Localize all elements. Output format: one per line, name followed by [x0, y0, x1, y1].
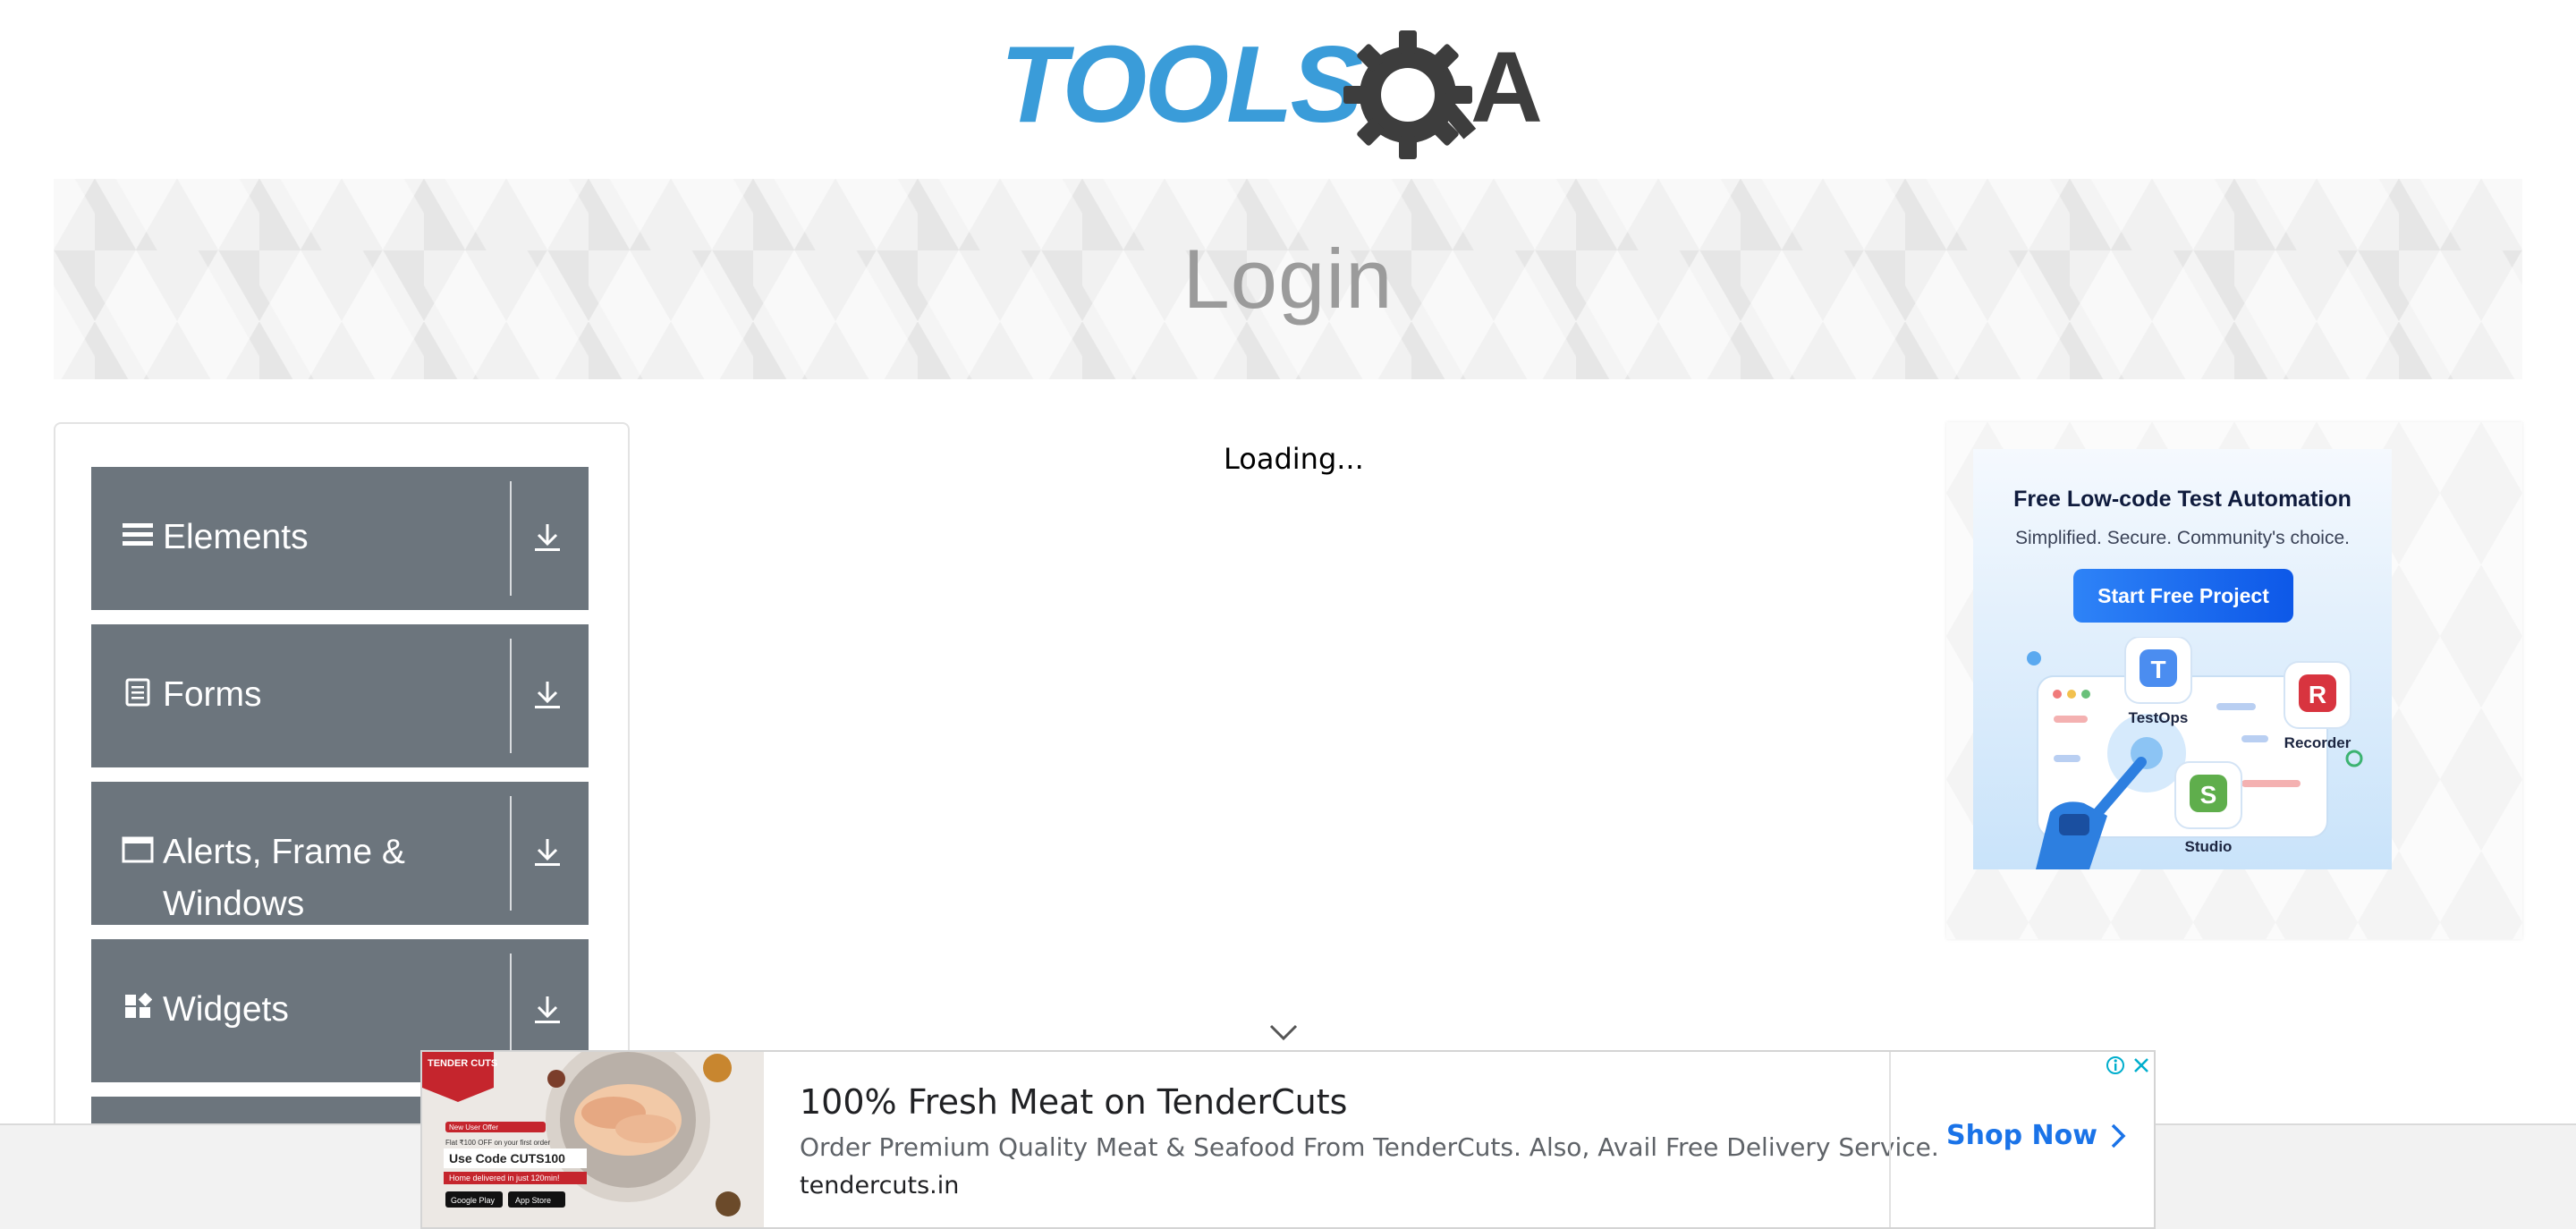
ad-subtitle: Simplified. Secure. Community's choice. — [2015, 528, 2350, 548]
svg-text:TestOps: TestOps — [2129, 709, 2189, 726]
bottom-banner-ad[interactable]: TENDER CUTS New User Offer Flat ₹100 OFF… — [420, 1050, 2156, 1229]
hamburger-icon — [122, 519, 154, 551]
group-label: Alerts, Frame & Windows — [163, 833, 405, 923]
chevron-down-icon[interactable] — [1268, 1021, 1299, 1043]
left-panel: Elements Forms Alerts, Frame & Windows W… — [54, 422, 630, 1138]
shop-now-label: Shop Now — [1946, 1120, 2097, 1151]
page-title: Login — [1182, 232, 1394, 326]
download-icon[interactable] — [530, 517, 565, 558]
svg-text:Flat ₹100 OFF on your first or: Flat ₹100 OFF on your first order — [445, 1139, 550, 1147]
recorder-app-icon: R Recorder — [2284, 661, 2351, 751]
download-icon[interactable] — [530, 832, 565, 873]
group-header-elements[interactable]: Elements — [91, 467, 589, 610]
svg-text:T: T — [2150, 656, 2165, 683]
widgets-icon — [122, 991, 154, 1023]
group-label: Forms — [163, 675, 262, 714]
testops-app-icon: T TestOps — [2124, 637, 2192, 726]
ad-illustration: T TestOps R Recorder S Studio — [2027, 637, 2363, 869]
close-icon[interactable] — [2128, 1052, 2154, 1079]
svg-text:Google Play: Google Play — [451, 1196, 496, 1205]
group-label: Elements — [163, 518, 309, 556]
right-ad: Free Low-code Test Automation Simplified… — [1946, 422, 2522, 939]
svg-text:Studio: Studio — [2185, 838, 2233, 855]
logo-a-text: A — [1470, 31, 1543, 143]
group-label: Widgets — [163, 990, 289, 1029]
loading-text: Loading... — [1224, 442, 1364, 476]
katalon-ad-card[interactable]: Free Low-code Test Automation Simplified… — [1973, 449, 2392, 869]
group-header-forms[interactable]: Forms — [91, 624, 589, 767]
toolsqa-logo[interactable]: TOOLS A — [1000, 25, 1580, 165]
svg-text:S: S — [2200, 781, 2217, 809]
group-header-alerts-frame-windows[interactable]: Alerts, Frame & Windows — [91, 782, 589, 925]
ad-description: Order Premium Quality Meat & Seafood Fro… — [800, 1132, 1939, 1162]
divider — [510, 796, 512, 911]
window-icon — [122, 834, 154, 866]
svg-text:Home delivered in just 120min!: Home delivered in just 120min! — [449, 1174, 560, 1182]
ad-title: Free Low-code Test Automation — [2013, 487, 2351, 512]
download-icon[interactable] — [530, 674, 565, 716]
start-free-project-button[interactable]: Start Free Project — [2073, 569, 2293, 623]
svg-text:TENDER CUTS: TENDER CUTS — [428, 1058, 497, 1069]
divider — [1889, 1052, 1891, 1227]
svg-text:New User Offer: New User Offer — [449, 1123, 498, 1132]
gear-icon — [1343, 30, 1477, 159]
svg-text:R: R — [2309, 681, 2326, 708]
divider — [510, 639, 512, 753]
document-icon — [122, 676, 154, 708]
svg-text:App Store: App Store — [515, 1196, 551, 1205]
studio-app-icon: S Studio — [2174, 761, 2242, 855]
divider — [510, 481, 512, 596]
adchoices-controls — [2102, 1052, 2154, 1079]
ad-product-image: TENDER CUTS New User Offer Flat ₹100 OFF… — [422, 1052, 764, 1227]
svg-text:Recorder: Recorder — [2284, 734, 2351, 751]
svg-text:Use Code CUTS100: Use Code CUTS100 — [449, 1151, 565, 1165]
ad-domain: tendercuts.in — [800, 1172, 960, 1199]
info-icon[interactable] — [2102, 1052, 2128, 1079]
shop-now-button[interactable]: Shop Now — [1946, 1120, 2126, 1151]
download-icon[interactable] — [530, 989, 565, 1030]
page-banner: Login — [54, 179, 2522, 379]
chevron-right-icon — [2111, 1123, 2126, 1148]
logo-tools-text: TOOLS — [1000, 25, 1363, 145]
ad-headline[interactable]: 100% Fresh Meat on TenderCuts — [800, 1082, 1347, 1122]
